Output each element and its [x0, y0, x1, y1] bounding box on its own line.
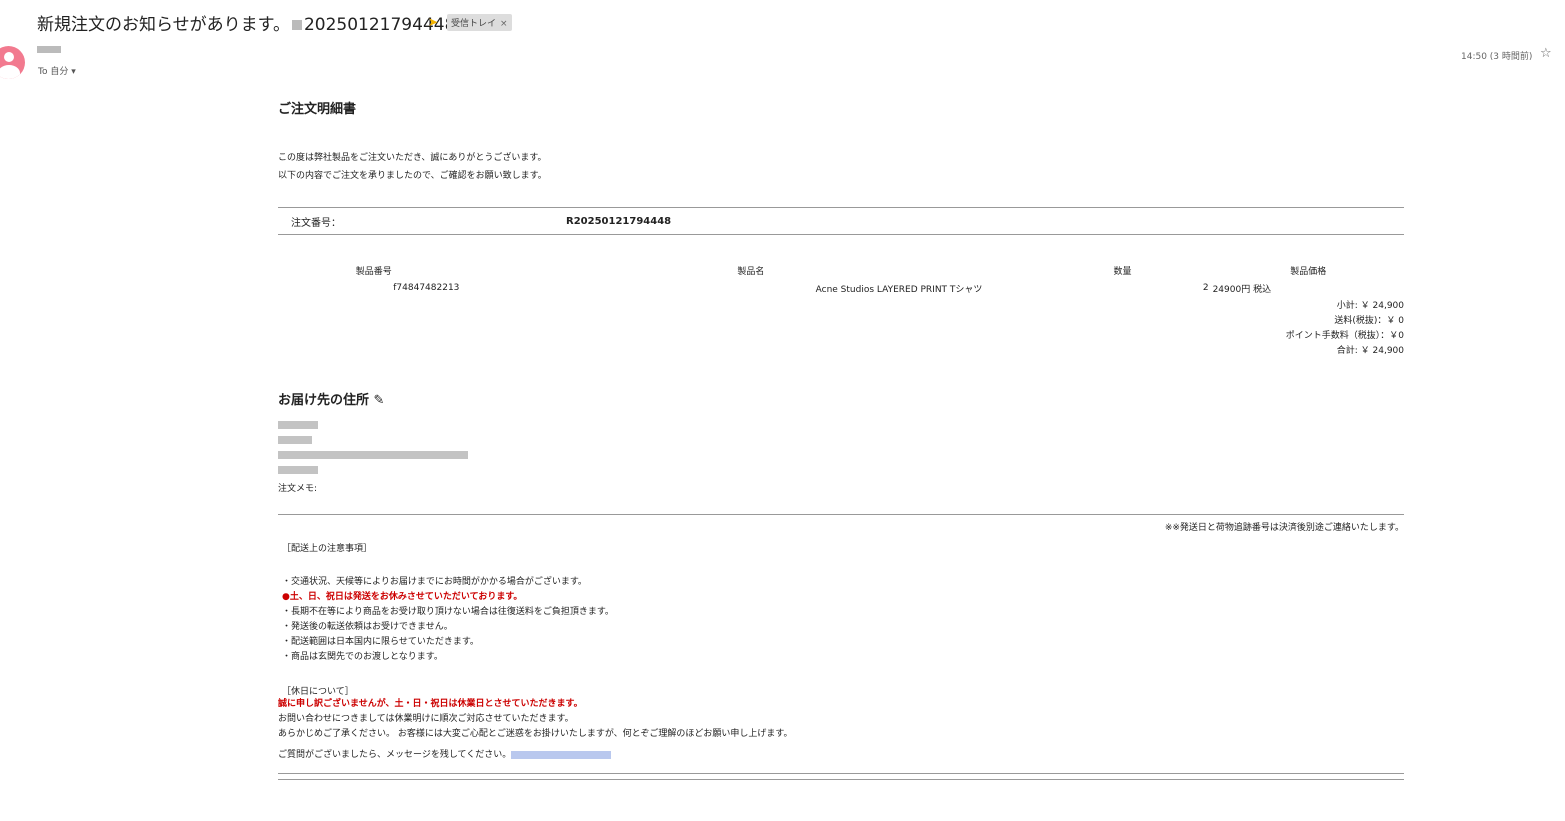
inbox-label-chip[interactable]: 受信トレイ × [447, 14, 512, 31]
holiday-line: あらかじめご了承ください。 お客様には大変ご心配とご迷惑をお掛けいたしますが、何… [278, 729, 793, 739]
intro-line: 以下の内容でご注文を承りましたので、ご確認をお願い致します。 [278, 171, 547, 181]
recipient-label: To 自分 [38, 67, 69, 77]
important-marker-icon[interactable]: ➤ [428, 15, 438, 29]
shipping-notice: ※※発送日と荷物追跡番号は決済後別途ご連絡いたします。 [1164, 523, 1404, 533]
subject-text: 新規注文のお知らせがあります。 [37, 15, 290, 35]
redacted-block [37, 46, 61, 53]
holiday-warning: 誠に申し訳ございませんが、土・日・祝日は休業日とさせていただきます。 [278, 699, 583, 709]
col-header: 製品名 [737, 266, 765, 277]
document-title: ご注文明細書 [278, 102, 357, 117]
totals: 小計: ￥ 24,900 送料(税抜)：￥ 0 ポイント手数料（税抜）：￥0 合… [278, 299, 1404, 359]
email-subject: 新規注文のお知らせがあります。 20250121794448 [37, 10, 455, 35]
col-header: 数量 [1113, 266, 1132, 277]
order-number-label: 注文番号： [291, 217, 341, 229]
product-qty: 2 [1202, 283, 1209, 293]
shipping-item: ・発送後の転送依頼はお受けできません。 [282, 622, 453, 632]
pencil-icon: ✎ [373, 393, 385, 408]
shipping-item: ・商品は玄関先でのお渡しとなります。 [282, 652, 443, 662]
chevron-down-icon: ▾ [71, 67, 76, 77]
intro-line: この度は弊社製品をご注文いただき、誠にありがとうございます。 [278, 153, 547, 163]
email-body: ご注文明細書 この度は弊社製品をご注文いただき、誠にありがとうございます。 以下… [278, 90, 1404, 780]
shipping-fee: 送料(税抜)：￥ 0 [1334, 316, 1404, 326]
holiday-line: お問い合わせにつきましては休業明けに順次ご対応させていただきます。 [278, 714, 574, 724]
holiday-title: ［休日について］ [282, 687, 354, 697]
order-number-row: 注文番号： R20250121794448 [278, 208, 1404, 234]
order-number-value: R20250121794448 [566, 215, 672, 227]
recipient-dropdown[interactable]: To 自分 ▾ [38, 64, 76, 77]
point-fee: ポイント手数料（税抜）：￥0 [1285, 331, 1404, 341]
sender-name[interactable] [37, 46, 61, 56]
label-text: 受信トレイ [451, 19, 497, 29]
table-row: f74847482213 Acne Studios LAYERED PRINT … [278, 279, 1404, 297]
address-block [278, 420, 1404, 480]
shipping-item: ・長期不在等により商品をお受け取り頂けない場合は往復送料をご負担頂きます。 [282, 607, 614, 617]
col-header: 製品価格 [1290, 266, 1327, 277]
star-icon[interactable]: ☆ [1540, 46, 1552, 61]
contact-link[interactable] [511, 750, 612, 759]
shipping-title: ［配送上の注意事項］ [282, 544, 373, 554]
order-memo-label: 注文メモ: [278, 484, 318, 494]
items-table: 製品番号 製品名 数量 製品価格 f74847482213 Acne Studi… [278, 261, 1404, 297]
grand-total: 合計: ￥ 24,900 [1336, 346, 1404, 356]
shipping-item: ・交通状況、天候等によりお届けまでにお時間がかかる場合がございます。 [282, 577, 587, 587]
label-remove-icon[interactable]: × [500, 19, 508, 29]
shipping-item: ●土、日、祝日は発送をお休みさせていただいております。 [282, 592, 523, 602]
product-price: 24900円 税込 [1212, 284, 1272, 295]
product-code: f74847482213 [393, 283, 460, 293]
col-header: 製品番号 [355, 266, 392, 277]
product-name: Acne Studios LAYERED PRINT Tシャツ [815, 284, 983, 295]
subtotal: 小計: ￥ 24,900 [1336, 301, 1404, 311]
shipping-item: ・配送範囲は日本国内に限らせていただきます。 [282, 637, 479, 647]
redacted-block [291, 20, 302, 30]
address-title: お届け先の住所 ✎ [278, 393, 385, 408]
sender-avatar[interactable] [0, 46, 25, 79]
email-timestamp: 14:50 (3 時間前) [1461, 52, 1533, 62]
question-line: ご質問がございましたら、メッセージを残してください。 [278, 748, 1404, 763]
shipping-list: ・交通状況、天候等によりお届けまでにお時間がかかる場合がございます。 ●土、日、祝… [282, 575, 1404, 665]
